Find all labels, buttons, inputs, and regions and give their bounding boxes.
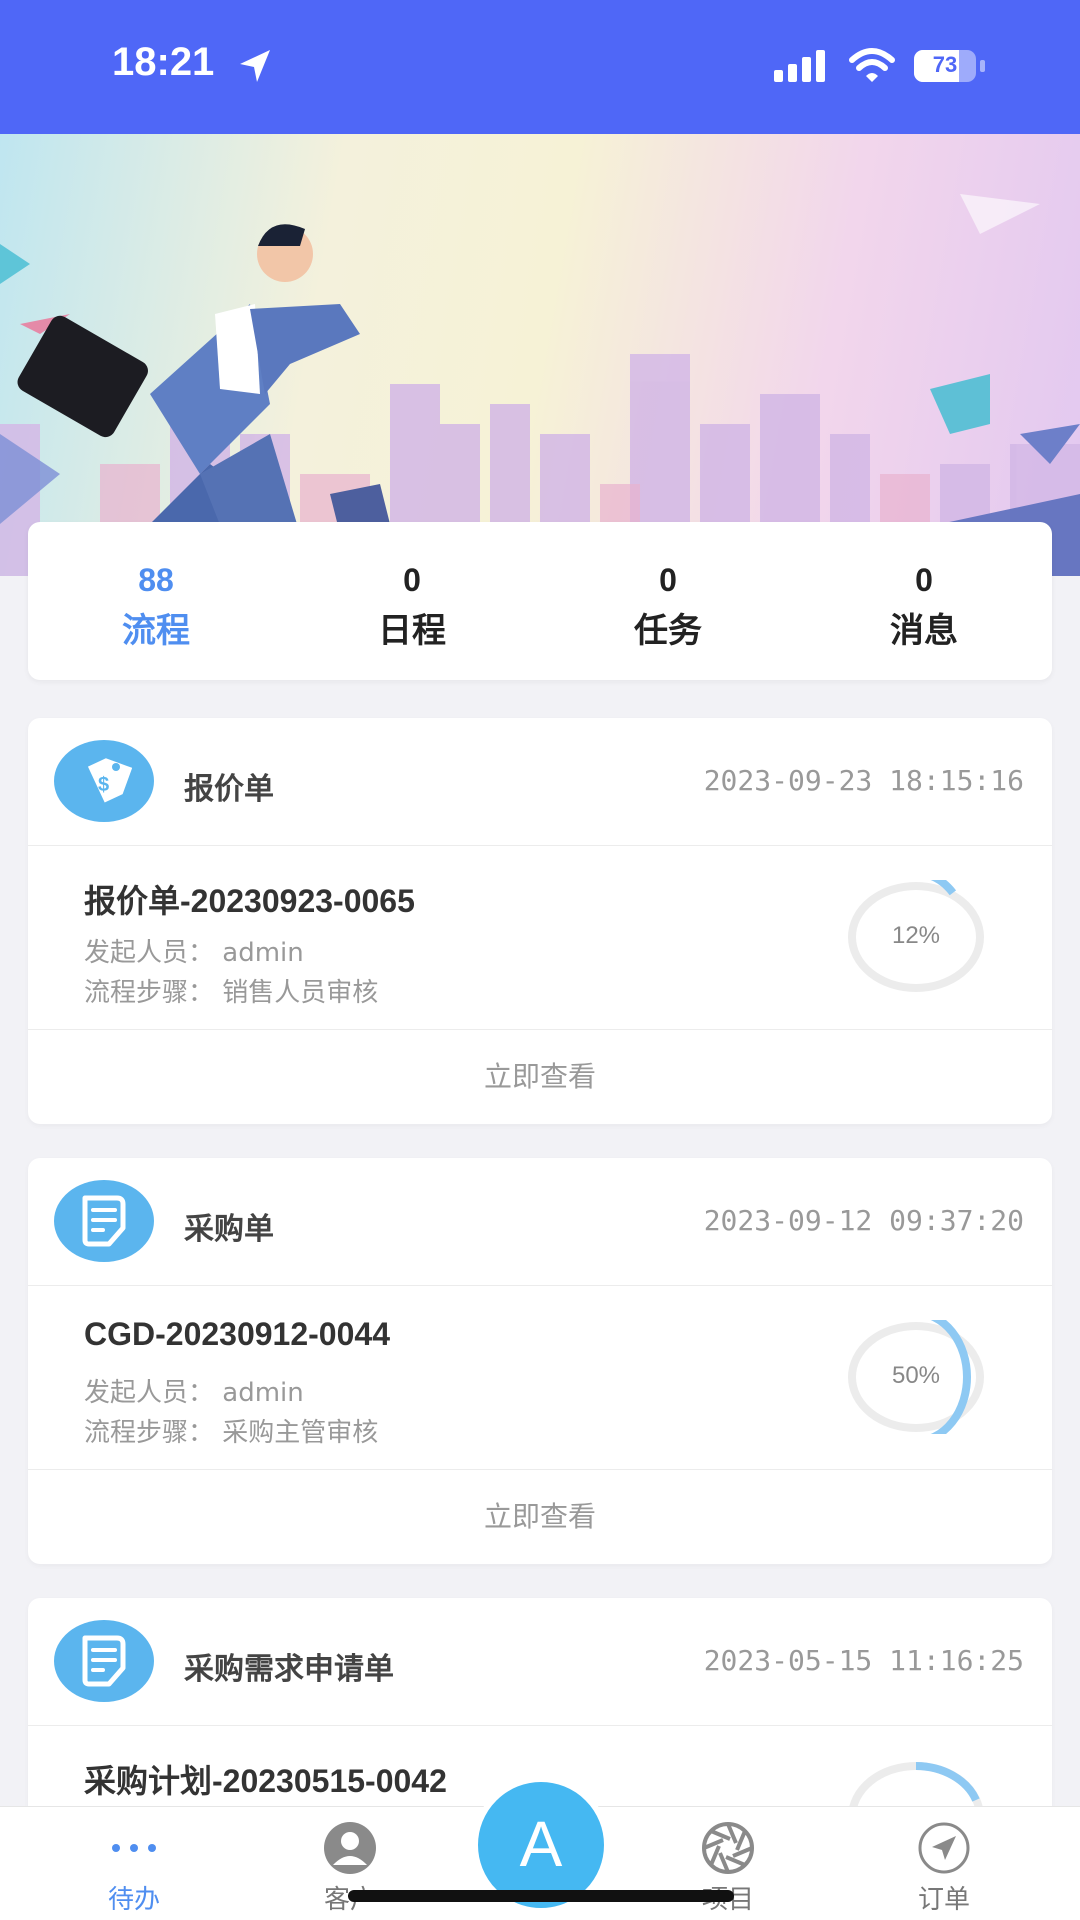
tab-label: 待办 (107, 1885, 160, 1915)
document-icon (54, 1620, 154, 1702)
card-header: 采购单 2023-09-12 09:37:20 (28, 1158, 1052, 1286)
workflow-card[interactable]: $ 报价单 2023-09-23 18:15:16 报价单-20230923-0… (28, 718, 1052, 1124)
progress-ring: 12% (846, 869, 986, 1005)
tab-order[interactable]: 订单 (884, 1821, 1004, 1916)
stat-count: 0 (659, 562, 677, 598)
card-header: 采购需求申请单 2023-05-15 11:16:25 (28, 1598, 1052, 1726)
stat-schedule[interactable]: 0 日程 (284, 522, 540, 680)
home-indicator (348, 1890, 734, 1902)
card-date: 2023-09-12 09:37:20 (703, 1204, 1024, 1237)
stat-label: 日程 (378, 611, 446, 651)
stat-label: 流程 (122, 611, 190, 651)
progress-label: 50% (891, 1362, 941, 1389)
stat-label: 消息 (890, 611, 958, 651)
tab-label: 订单 (917, 1885, 970, 1915)
card-type: 采购单 (184, 1212, 274, 1247)
card-initiator: 发起人员： admin (84, 1378, 304, 1408)
card-date: 2023-05-15 11:16:25 (703, 1644, 1024, 1677)
stat-count: 0 (403, 562, 421, 598)
document-icon (54, 1180, 154, 1262)
card-date: 2023-09-23 18:15:16 (703, 764, 1024, 797)
stat-label: 任务 (634, 611, 702, 651)
navigation-icon (884, 1821, 1004, 1875)
progress-label: 12% (891, 922, 941, 949)
cellular-signal-icon (774, 50, 825, 82)
tab-todo[interactable]: 待办 (74, 1821, 194, 1916)
card-code: CGD-20230912-0044 (84, 1316, 390, 1352)
more-dots-icon (74, 1821, 194, 1875)
card-code: 采购计划-20230515-0042 (84, 1763, 447, 1799)
battery-level: 73 (932, 52, 958, 77)
card-body: 报价单-20230923-0065 发起人员： admin 流程步骤： 销售人员… (28, 846, 1052, 1030)
view-now-button[interactable]: 立即查看 (28, 1030, 1052, 1124)
stat-task[interactable]: 0 任务 (540, 522, 796, 680)
stat-process[interactable]: 88 流程 (28, 522, 284, 680)
person-icon (290, 1821, 410, 1875)
view-now-button[interactable]: 立即查看 (28, 1470, 1052, 1564)
card-type: 报价单 (184, 772, 274, 807)
location-arrow-icon (240, 50, 270, 82)
card-step: 流程步骤： 销售人员审核 (84, 978, 379, 1008)
banner-carousel[interactable] (0, 134, 1080, 576)
card-code: 报价单-20230923-0065 (84, 883, 415, 919)
banner-illustration (0, 194, 1080, 576)
card-step: 流程步骤： 采购主管审核 (84, 1418, 379, 1448)
stat-count: 0 (915, 562, 933, 598)
status-bar: 18:21 73 (0, 0, 1080, 134)
status-time: 18:21 (112, 40, 215, 84)
stat-count: 88 (138, 562, 174, 598)
card-initiator: 发起人员： admin (84, 938, 304, 968)
card-type: 采购需求申请单 (184, 1652, 394, 1687)
aperture-icon (668, 1821, 788, 1875)
price-tag-icon: $ (54, 740, 154, 822)
stat-message[interactable]: 0 消息 (796, 522, 1052, 680)
card-body: CGD-20230912-0044 发起人员： admin 流程步骤： 采购主管… (28, 1286, 1052, 1470)
progress-ring: 50% (846, 1309, 986, 1445)
summary-stats: 88 流程 0 日程 0 任务 0 消息 (28, 522, 1052, 680)
card-header: $ 报价单 2023-09-23 18:15:16 (28, 718, 1052, 846)
svg-text:$: $ (98, 774, 109, 796)
wifi-icon (849, 48, 895, 82)
battery-icon: 73 (914, 50, 976, 82)
battery-cap (980, 60, 985, 72)
workflow-card[interactable]: 采购单 2023-09-12 09:37:20 CGD-20230912-004… (28, 1158, 1052, 1564)
